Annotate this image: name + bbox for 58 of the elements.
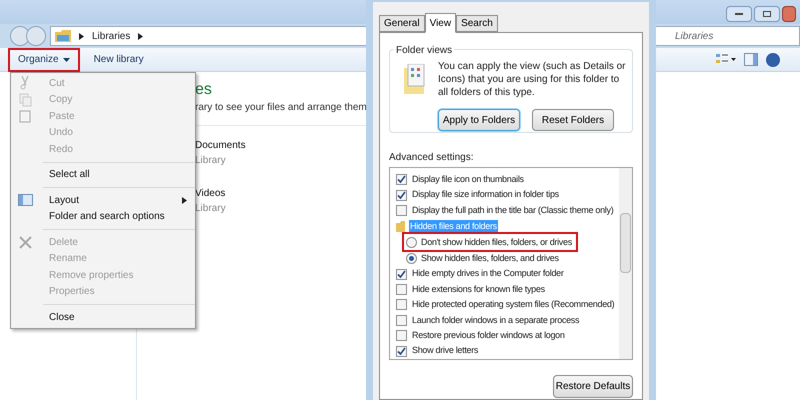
- setting-label: Display file icon on thumbnails: [411, 172, 525, 186]
- setting-label: Display file size information in folder tips: [411, 188, 560, 202]
- setting-label: Display the full path in the title bar (Classic theme only): [411, 204, 614, 217]
- toolbar-button[interactable]: Organize: [10, 50, 78, 70]
- scrollbar[interactable]: [619, 168, 632, 359]
- scissors-icon: [19, 76, 31, 90]
- folder-icon: [55, 30, 71, 42]
- menu-item[interactable]: Layout: [11, 192, 195, 208]
- checkbox[interactable]: [396, 330, 407, 342]
- menu-item[interactable]: Select all: [11, 166, 195, 183]
- checkbox[interactable]: [396, 314, 407, 326]
- menu-item[interactable]: Folder and search options: [11, 208, 195, 225]
- maximize-button[interactable]: [754, 6, 780, 22]
- minimize-button[interactable]: [726, 6, 752, 22]
- folder-icon: [396, 220, 405, 232]
- checkbox[interactable]: [396, 346, 407, 357]
- dialog-button[interactable]: Reset Folders: [532, 109, 614, 131]
- checkbox[interactable]: [396, 205, 407, 216]
- help-icon[interactable]: [766, 52, 780, 66]
- close-button[interactable]: [782, 6, 796, 22]
- radio-option[interactable]: Show hidden files, folders, and drives: [404, 250, 563, 266]
- chevron-icon: [79, 32, 84, 40]
- checkbox[interactable]: [396, 284, 407, 295]
- setting-label: Show drive letters: [411, 344, 480, 358]
- radio-option[interactable]: Don't show hidden files, folders, or drives: [404, 234, 576, 250]
- menu-item[interactable]: Close: [11, 309, 195, 326]
- radio-button[interactable]: [406, 236, 417, 248]
- setting-label: Launch folder windows in a separate process: [411, 314, 580, 327]
- toolbar-button[interactable]: New library: [86, 50, 152, 70]
- restore-defaults-button[interactable]: Restore Defaults: [553, 375, 633, 398]
- paste-icon: [19, 110, 31, 123]
- setting-label: Hide protected operating system files (Recommended): [411, 298, 616, 312]
- tab[interactable]: View: [424, 13, 456, 33]
- setting-label: Hide empty drives in the Computer folder: [411, 267, 565, 280]
- dialog-button[interactable]: Apply to Folders: [438, 109, 520, 131]
- tab[interactable]: General: [379, 15, 425, 32]
- folder-view-icon: [404, 64, 426, 94]
- checkbox[interactable]: [396, 268, 407, 280]
- library-name[interactable]: Documents: [195, 138, 246, 153]
- tab[interactable]: Search: [456, 15, 498, 32]
- breadcrumb[interactable]: Libraries: [92, 28, 130, 44]
- library-heading: es: [195, 80, 212, 100]
- checkbox[interactable]: [396, 299, 407, 310]
- copy-icon: [18, 92, 32, 107]
- library-name[interactable]: Videos: [195, 186, 226, 201]
- setting-label: Hide extensions for known file types: [411, 282, 546, 296]
- search-input[interactable]: Libraries: [675, 28, 795, 44]
- advanced-settings-label: Advanced settings:: [389, 151, 474, 165]
- folder-views-description: You can apply the view (such as Details or Icons) that you are using for this folder to all folders of this type.: [438, 60, 627, 99]
- layout-icon: [18, 194, 32, 206]
- setting-group-label: Hidden files and folders: [409, 220, 498, 234]
- radio-button[interactable]: [406, 252, 417, 264]
- checkbox[interactable]: [396, 174, 407, 186]
- delete-icon: [18, 236, 32, 249]
- setting-label: Restore previous folder windows at logon: [411, 329, 566, 342]
- checkbox[interactable]: [396, 190, 407, 201]
- chevron-icon: [138, 32, 144, 40]
- preview-pane-icon[interactable]: [744, 53, 758, 66]
